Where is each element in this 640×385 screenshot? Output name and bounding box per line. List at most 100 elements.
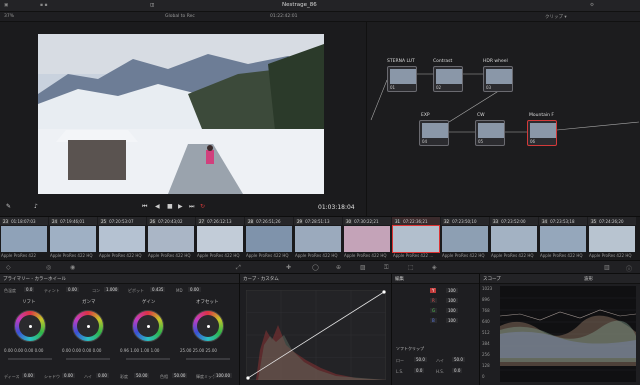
node-06-selected[interactable]: 06 <box>527 120 557 146</box>
curves-header: カーブ - カスタム <box>240 274 391 284</box>
curve-graph[interactable] <box>246 290 386 380</box>
clip-thumbnail[interactable]: 28 07:26:51;26 Apple ProRes 422 HQ <box>245 217 293 261</box>
wheel-handle[interactable] <box>207 325 210 328</box>
gamma-master-slider[interactable] <box>66 358 110 360</box>
menu-item[interactable]: ▪ ▪ <box>40 3 48 9</box>
menu-icon[interactable]: ▣ <box>4 3 8 9</box>
ls-value[interactable]: 0.0 <box>414 368 425 373</box>
viewer-image[interactable] <box>38 34 324 194</box>
gain-wheel[interactable] <box>132 310 164 342</box>
node-02[interactable]: 02 <box>433 66 463 92</box>
clip-number: 32 <box>443 218 451 224</box>
hdr-icon[interactable]: ◉ <box>70 264 75 271</box>
channel-y-value[interactable]: 100 <box>446 288 458 293</box>
channel-b-value[interactable]: 100 <box>446 318 458 323</box>
skip-forward-icon[interactable]: ⏭ <box>189 203 194 211</box>
hs-value[interactable]: 0.0 <box>452 368 463 373</box>
clip-image <box>589 226 635 252</box>
clip-menu[interactable]: クリップ ▾ <box>545 14 567 20</box>
lift-master-slider[interactable] <box>8 358 52 360</box>
clip-thumbnail[interactable]: 24 07:19:46;01 Apple ProRes 422 HQ <box>49 217 97 261</box>
param-value[interactable]: 0.00 <box>96 373 109 378</box>
contrast-value[interactable]: 1.000 <box>104 287 120 292</box>
clip-timecode: 07:24:26;20 <box>599 218 624 224</box>
gain-b: 1.00 <box>150 348 160 353</box>
clip-thumbnail[interactable]: 33 07:23:52:00 Apple ProRes 422 HQ <box>490 217 538 261</box>
param-value[interactable]: 0.00 <box>62 373 75 378</box>
wheel-handle[interactable] <box>29 325 32 328</box>
node-03[interactable]: 03 <box>483 66 513 92</box>
play-icon[interactable]: ▶ <box>178 203 183 210</box>
channel-g[interactable]: G <box>430 308 438 313</box>
node-01[interactable]: 01 <box>387 66 417 92</box>
param-value[interactable]: 50.00 <box>172 373 188 378</box>
clip-thumbnail[interactable]: 26 07:20:43;02 Apple ProRes 422 HQ <box>147 217 195 261</box>
gallery-tab[interactable]: ◫ <box>150 3 154 9</box>
audio-icon[interactable]: ♪ <box>34 203 38 210</box>
camera-raw-icon[interactable]: ◇ <box>6 264 11 271</box>
node-05[interactable]: 05 <box>475 120 505 146</box>
node-editor[interactable]: 01 STERNA LUT 02 Contrast 03 HDR wheel 0… <box>366 22 640 216</box>
clip-timecode: 07:23:50;10 <box>452 218 477 224</box>
gamma-wheel[interactable] <box>72 310 104 342</box>
clip-thumbnail-selected[interactable]: 31 07:22:36;21 Apple ProRes 422 ... <box>392 217 440 261</box>
window-icon[interactable]: ◯ <box>312 264 319 271</box>
clip-timeline: 23 01:18:07:03 Apple ProRes 422 24 07:19:46… <box>0 216 640 260</box>
scope-header: スコープ 波形 <box>480 274 640 284</box>
offset-master-slider[interactable] <box>186 358 230 360</box>
key-icon[interactable]: ⚿ <box>384 264 389 272</box>
clip-thumbnail[interactable]: 32 07:23:50;10 Apple ProRes 422 HQ <box>441 217 489 261</box>
temp-value[interactable]: 0.0 <box>24 287 35 292</box>
clip-thumbnail[interactable]: 30 07:30:22;21 Apple ProRes 422 HQ <box>343 217 391 261</box>
offset-wheel[interactable] <box>192 310 224 342</box>
wheel-handle[interactable] <box>147 325 150 328</box>
scope-mode[interactable]: 波形 <box>584 276 593 282</box>
clip-thumbnail[interactable]: 29 07:28:51:13 Apple ProRes 422 HQ <box>294 217 342 261</box>
param-value[interactable]: 50.00 <box>134 373 150 378</box>
lift-wheel[interactable] <box>14 310 46 342</box>
blur-icon[interactable]: ▨ <box>360 264 366 271</box>
loop-icon[interactable]: ↻ <box>200 203 205 210</box>
gain-master-slider[interactable] <box>126 358 170 360</box>
pivot-value[interactable]: 0.435 <box>150 287 166 292</box>
channel-g-value[interactable]: 100 <box>446 308 458 313</box>
channel-b[interactable]: B <box>430 318 437 323</box>
node-04[interactable]: 04 <box>419 120 449 146</box>
step-back-icon[interactable]: ◀ <box>155 203 160 210</box>
stop-icon[interactable]: ■ <box>167 203 173 210</box>
param-value[interactable]: 100.00 <box>214 373 232 378</box>
3d-icon[interactable]: ◈ <box>432 264 437 271</box>
gamma-r: 0.00 <box>72 348 82 353</box>
gain-g: 1.00 <box>140 348 150 353</box>
info-icon[interactable]: ⓘ <box>626 264 632 273</box>
clip-timecode: 07:23:53;18 <box>550 218 575 224</box>
sizing-icon[interactable]: ⬚ <box>408 264 414 271</box>
channel-r[interactable]: R <box>430 298 437 303</box>
color-wheels-icon[interactable]: ◎ <box>46 264 51 271</box>
curves-icon[interactable]: ⤢ <box>236 264 241 272</box>
tracker-icon[interactable]: ⊕ <box>336 264 341 271</box>
param-value[interactable]: 0.00 <box>22 373 35 378</box>
scopes-icon[interactable]: ▥ <box>604 264 610 271</box>
qualifier-icon[interactable]: ✚ <box>286 264 291 271</box>
clip-thumbnail[interactable]: 23 01:18:07:03 Apple ProRes 422 <box>0 217 48 261</box>
skip-back-icon[interactable]: ⏮ <box>142 203 147 211</box>
clip-thumbnail[interactable]: 25 07:20:53:07 Apple ProRes 422 HQ <box>98 217 146 261</box>
clip-thumbnail[interactable]: 35 07:24:26;20 Apple ProRes 422 HQ <box>588 217 640 261</box>
channel-y[interactable]: Y <box>430 288 437 293</box>
tint-value[interactable]: 0.00 <box>66 287 79 292</box>
clip-header: 34 07:23:53;18 <box>539 217 587 225</box>
zoom-level[interactable]: 37% <box>4 14 14 19</box>
md-value[interactable]: 0.00 <box>188 287 201 292</box>
clip-thumbnail[interactable]: 27 07:26:12:13 Apple ProRes 422 HQ <box>196 217 244 261</box>
wheel-handle[interactable] <box>87 325 90 328</box>
clip-image <box>50 226 96 252</box>
channel-r-value[interactable]: 100 <box>446 298 458 303</box>
clip-thumbnail[interactable]: 34 07:23:53;18 Apple ProRes 422 HQ <box>539 217 587 261</box>
clip-timecode: 07:30:22;21 <box>354 218 379 224</box>
node-label: Mountain F <box>529 113 554 118</box>
high-value[interactable]: 50.0 <box>452 357 465 362</box>
pen-icon[interactable]: ✎ <box>6 203 11 210</box>
low-value[interactable]: 50.0 <box>414 357 427 362</box>
workspace-icon[interactable]: ⚙ <box>590 3 594 9</box>
